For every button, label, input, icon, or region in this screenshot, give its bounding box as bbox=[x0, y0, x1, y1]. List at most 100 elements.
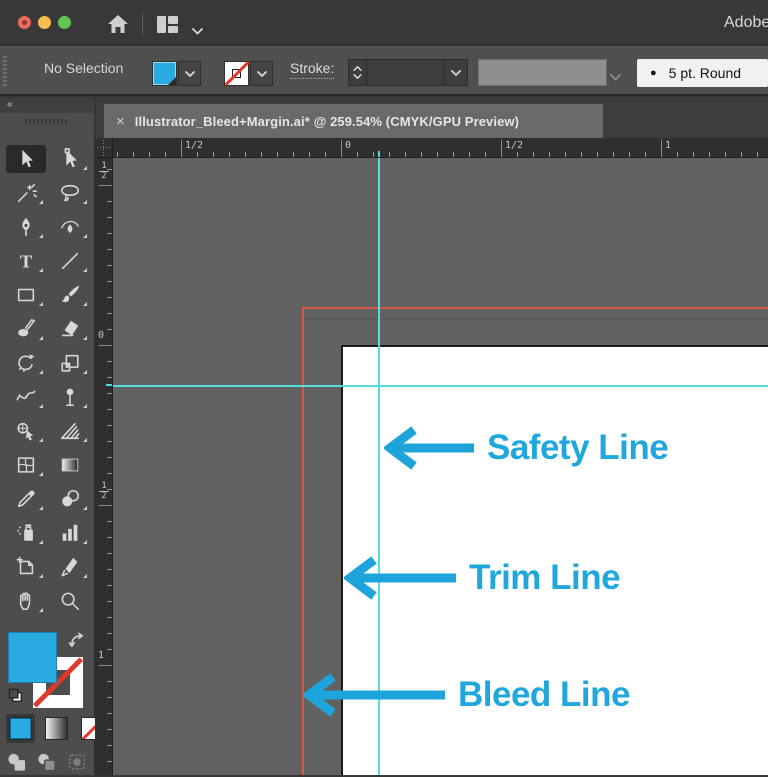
home-icon[interactable] bbox=[106, 14, 130, 39]
ruler-label: 1/2 bbox=[505, 140, 523, 151]
draw-normal-button[interactable] bbox=[6, 752, 27, 772]
stroke-color-dropdown[interactable] bbox=[250, 61, 273, 86]
ruler-major-tick bbox=[99, 505, 112, 506]
blend-tool[interactable] bbox=[50, 485, 90, 513]
swap-fill-stroke-icon[interactable] bbox=[68, 632, 87, 656]
trim-line-label: Trim Line bbox=[469, 558, 620, 598]
close-window-button[interactable] bbox=[18, 16, 31, 29]
eraser-tool[interactable] bbox=[50, 315, 90, 343]
zoom-tool[interactable] bbox=[50, 587, 90, 615]
ruler-major-tick bbox=[501, 140, 502, 157]
chevron-down-icon bbox=[185, 71, 195, 77]
symbol-sprayer-tool[interactable] bbox=[6, 519, 46, 547]
chevron-down-icon bbox=[451, 70, 461, 76]
ruler-label: 12 bbox=[99, 482, 109, 501]
selection-tool[interactable] bbox=[6, 145, 46, 173]
document-tab-bar: × Illustrator_Bleed+Margin.ai* @ 259.54%… bbox=[96, 98, 768, 138]
tools-panel-collapse[interactable]: « bbox=[0, 98, 94, 113]
arrange-documents-icon[interactable] bbox=[156, 15, 179, 39]
title-bar: Adobe bbox=[0, 0, 768, 45]
pen-tool[interactable] bbox=[6, 213, 46, 241]
bleed-line-annotation: Bleed Line bbox=[303, 673, 630, 717]
fill-color-swatch[interactable] bbox=[152, 61, 177, 86]
gradient-button-wrap bbox=[42, 714, 71, 743]
fill-color-well[interactable] bbox=[8, 632, 57, 683]
stroke-weight-dropdown[interactable] bbox=[444, 60, 467, 85]
canvas-pasteboard[interactable]: Safety Line Trim Line Bleed Line bbox=[113, 158, 768, 775]
toolbar-separator bbox=[142, 13, 143, 35]
chevron-down-icon bbox=[610, 68, 621, 86]
variable-width-profile-dropdown[interactable] bbox=[478, 59, 607, 86]
gradient-button[interactable] bbox=[45, 717, 68, 740]
stepper-up-icon bbox=[353, 66, 362, 71]
draw-inside-button[interactable] bbox=[66, 752, 87, 772]
maximize-window-button[interactable] bbox=[58, 16, 71, 29]
guide-position-marker bbox=[106, 384, 112, 386]
stroke-weight-control bbox=[348, 59, 468, 86]
ruler-major-tick bbox=[661, 140, 662, 157]
puppet-warp-tool[interactable] bbox=[50, 383, 90, 411]
eyedropper-tool[interactable] bbox=[6, 485, 46, 513]
guide-position-marker bbox=[378, 151, 380, 157]
ruler-major-tick bbox=[181, 140, 182, 157]
app-brand-label: Adobe bbox=[724, 14, 768, 32]
stroke-color-swatch[interactable] bbox=[224, 61, 249, 86]
slice-tool[interactable] bbox=[50, 553, 90, 581]
default-fill-stroke-icon[interactable] bbox=[8, 688, 25, 710]
cyan-guide-horizontal[interactable] bbox=[113, 385, 768, 387]
stroke-weight-input[interactable] bbox=[367, 60, 444, 85]
brush-definition-dropdown[interactable]: ● 5 pt. Round bbox=[637, 59, 768, 87]
color-button[interactable] bbox=[9, 717, 32, 740]
stroke-weight-stepper[interactable] bbox=[349, 60, 367, 85]
ruler-label: 0 bbox=[345, 140, 351, 151]
ruler-major-tick bbox=[99, 665, 112, 666]
tool-grid: T bbox=[0, 145, 95, 621]
rectangle-tool[interactable] bbox=[6, 281, 46, 309]
line-segment-tool[interactable] bbox=[50, 247, 90, 275]
direct-selection-tool[interactable] bbox=[50, 145, 90, 173]
column-graph-tool[interactable] bbox=[50, 519, 90, 547]
bleed-line-horizontal bbox=[302, 307, 768, 309]
ruler-origin-corner[interactable] bbox=[95, 138, 113, 158]
vertical-ruler[interactable]: 12 0 12 1 bbox=[95, 138, 113, 775]
draw-behind-button[interactable] bbox=[36, 752, 57, 772]
width-tool[interactable] bbox=[6, 383, 46, 411]
drawing-mode-buttons bbox=[6, 752, 87, 772]
paintbrush-tool[interactable] bbox=[50, 281, 90, 309]
tools-panel-grip[interactable] bbox=[25, 119, 69, 125]
artboard-tool[interactable] bbox=[6, 553, 46, 581]
minimize-window-button[interactable] bbox=[38, 16, 51, 29]
bleed-line-label: Bleed Line bbox=[458, 675, 630, 715]
selection-status-label: No Selection bbox=[44, 60, 123, 76]
ruler-major-tick bbox=[99, 185, 112, 186]
stroke-weight-label[interactable]: Stroke: bbox=[290, 60, 334, 79]
panel-grip-handle[interactable] bbox=[3, 56, 7, 86]
type-tool[interactable]: T bbox=[6, 247, 46, 275]
document-tab[interactable]: × Illustrator_Bleed+Margin.ai* @ 259.54%… bbox=[104, 104, 603, 138]
rotate-tool[interactable] bbox=[6, 349, 46, 377]
mesh-tool[interactable] bbox=[6, 451, 46, 479]
chevron-down-icon bbox=[257, 71, 267, 77]
lasso-tool[interactable] bbox=[50, 179, 90, 207]
horizontal-ruler[interactable]: 1/2 0 1/2 1 bbox=[113, 138, 768, 158]
curvature-tool[interactable] bbox=[50, 213, 90, 241]
left-arrow-icon bbox=[384, 426, 474, 470]
ruler-minor-ticks bbox=[107, 138, 112, 775]
shaper-tool[interactable] bbox=[6, 315, 46, 343]
brush-dot-icon: ● bbox=[650, 67, 657, 79]
hand-tool[interactable] bbox=[6, 587, 46, 615]
color-mode-buttons bbox=[6, 714, 107, 743]
close-tab-icon[interactable]: × bbox=[116, 113, 125, 130]
control-bar: No Selection Stroke: ● 5 pt. Round bbox=[0, 46, 768, 96]
chevron-down-icon[interactable] bbox=[192, 22, 203, 40]
fill-color-dropdown[interactable] bbox=[178, 61, 201, 86]
ruler-major-tick bbox=[341, 140, 342, 157]
gradient-tool[interactable] bbox=[50, 451, 90, 479]
document-tab-title: Illustrator_Bleed+Margin.ai* @ 259.54% (… bbox=[135, 114, 519, 129]
scale-tool[interactable] bbox=[50, 349, 90, 377]
trim-line-annotation: Trim Line bbox=[344, 556, 620, 600]
perspective-grid-tool[interactable] bbox=[50, 417, 90, 445]
shape-builder-tool[interactable] bbox=[6, 417, 46, 445]
tools-panel: « T bbox=[0, 98, 95, 775]
magic-wand-tool[interactable] bbox=[6, 179, 46, 207]
